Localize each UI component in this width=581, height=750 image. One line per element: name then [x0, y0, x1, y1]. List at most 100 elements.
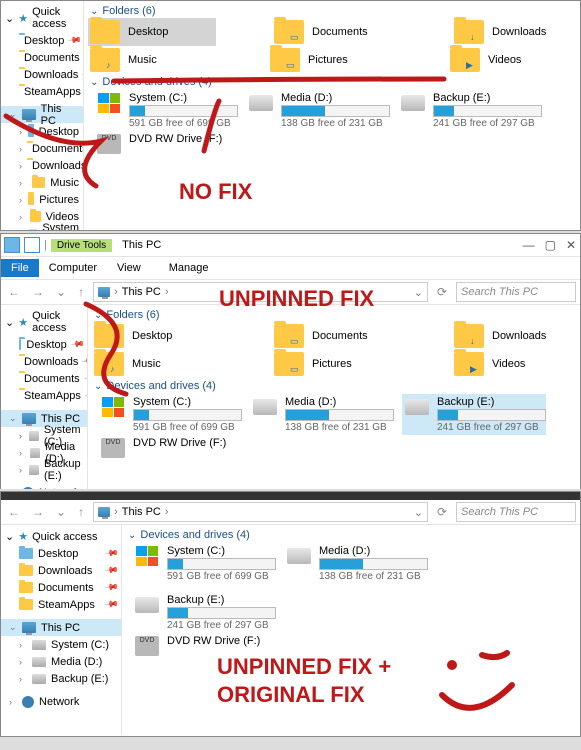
- drive-backup-e[interactable]: Backup (E:)241 GB free of 297 GB: [134, 594, 274, 631]
- nav-pc-pictures[interactable]: ›Pictures: [1, 191, 83, 208]
- search-box[interactable]: Search This PC: [456, 502, 576, 522]
- nav-downloads[interactable]: Downloads📌: [1, 562, 121, 579]
- folders-header[interactable]: ⌄Folders (6): [94, 309, 574, 321]
- up-button[interactable]: ↑: [75, 285, 87, 299]
- drive-dvd-f[interactable]: DVDDVD RW Drive (F:): [100, 437, 240, 459]
- drive-media-d[interactable]: Media (D:)138 GB free of 231 GB: [286, 545, 426, 582]
- nav-pane[interactable]: ⌄★Quick access Desktop📌 Downloads📌 Docum…: [1, 525, 122, 735]
- back-button[interactable]: ←: [5, 505, 23, 519]
- nav-this-pc[interactable]: ⌄ This PC: [1, 106, 83, 123]
- nav-documents[interactable]: Documents📌: [1, 370, 87, 387]
- folder-videos[interactable]: ▶Videos: [454, 352, 574, 376]
- chevron-down-icon: ⌄: [94, 310, 102, 321]
- nav-pane[interactable]: ⌄ ★ Quick access Desktop📌 Documents📌 Dow…: [1, 1, 84, 230]
- usage-bar: [285, 409, 394, 421]
- manage-tab[interactable]: Manage: [159, 259, 219, 277]
- nav-network[interactable]: ›Network: [1, 484, 87, 489]
- drive-media-d[interactable]: Media (D:)138 GB free of 231 GB: [252, 396, 392, 433]
- nav-downloads[interactable]: Downloads📌: [1, 66, 83, 83]
- up-button[interactable]: ↑: [75, 505, 87, 519]
- forward-button[interactable]: →: [29, 285, 47, 299]
- folder-desktop[interactable]: Desktop: [88, 18, 216, 46]
- drive-system-c[interactable]: System (C:)591 GB free of 699 GB: [100, 396, 240, 433]
- forward-button[interactable]: →: [29, 505, 47, 519]
- back-button[interactable]: ←: [5, 285, 23, 299]
- nav-network[interactable]: ›Network: [1, 693, 121, 710]
- folder-icon: ↓: [454, 20, 484, 44]
- nav-steamapps[interactable]: SteamApps📌: [1, 387, 87, 404]
- nav-pc-downloads[interactable]: ›Downloads: [1, 157, 83, 174]
- recent-button[interactable]: ⌄: [53, 285, 69, 299]
- drive-media-d[interactable]: Media (D:)138 GB free of 231 GB: [248, 92, 388, 129]
- nav-pane[interactable]: ⌄ ★ Quick access Desktop📌 Downloads📌 Doc…: [1, 305, 88, 489]
- nav-pc-system-c[interactable]: ›System (C:): [1, 225, 83, 230]
- chevron-right-icon: ›: [19, 657, 27, 667]
- quick-access[interactable]: ⌄★Quick access: [1, 528, 121, 545]
- close-button[interactable]: ✕: [566, 238, 576, 252]
- nav-documents[interactable]: Documents📌: [1, 579, 121, 596]
- view-tab[interactable]: View: [107, 259, 151, 277]
- folder-desktop[interactable]: Desktop: [94, 324, 214, 348]
- nav-steamapps[interactable]: SteamApps📌: [1, 83, 83, 100]
- quick-access[interactable]: ⌄ ★ Quick access: [1, 4, 83, 32]
- folder-documents[interactable]: ▭Documents: [274, 324, 394, 348]
- recent-button[interactable]: ⌄: [53, 505, 69, 519]
- drives-header[interactable]: ⌄Devices and drives (4): [128, 529, 574, 541]
- dropdown-icon[interactable]: ⌄: [414, 286, 423, 299]
- drive-backup-e[interactable]: Backup (E:)241 GB free of 297 GB: [402, 394, 546, 435]
- title-bar[interactable]: | Drive Tools This PC — ▢ ✕: [1, 234, 580, 257]
- annotation-no-fix: NO FIX: [179, 179, 252, 205]
- folder-documents[interactable]: ▭Documents: [274, 20, 394, 44]
- nav-pc-backup-e[interactable]: ›Backup (E:): [1, 670, 121, 687]
- folder-videos[interactable]: ▶Videos: [450, 48, 570, 72]
- nav-steamapps[interactable]: SteamApps📌: [1, 596, 121, 613]
- refresh-button[interactable]: ⟳: [434, 505, 450, 519]
- folder-downloads[interactable]: ↓Downloads: [454, 20, 574, 44]
- quick-access[interactable]: ⌄ ★ Quick access: [1, 308, 87, 336]
- computer-tab[interactable]: Computer: [39, 259, 107, 277]
- file-tab[interactable]: File: [1, 259, 39, 277]
- drive-backup-e[interactable]: Backup (E:)241 GB free of 297 GB: [400, 92, 540, 129]
- minimize-button[interactable]: —: [523, 238, 535, 252]
- drive-system-c[interactable]: System (C:)591 GB free of 699 GB: [96, 92, 236, 129]
- folder-music[interactable]: ♪Music: [90, 48, 210, 72]
- nav-pc-system-c[interactable]: ›System (C:): [1, 636, 121, 653]
- content-pane[interactable]: ⌄Devices and drives (4) System (C:)591 G…: [122, 525, 580, 735]
- quick-access-label: Quick access: [32, 6, 79, 30]
- nav-this-pc[interactable]: ⌄This PC: [1, 619, 121, 636]
- pin-icon: 📌: [70, 337, 86, 353]
- nav-desktop[interactable]: Desktop📌: [1, 336, 87, 353]
- content-pane[interactable]: ⌄Folders (6) Desktop ▭Documents ↓Downloa…: [88, 305, 580, 489]
- drive-tools-contextual-tab[interactable]: Drive Tools: [51, 239, 112, 252]
- nav-desktop[interactable]: Desktop📌: [1, 545, 121, 562]
- search-box[interactable]: Search This PC: [456, 282, 576, 302]
- pin-icon: 📌: [104, 597, 120, 613]
- refresh-button[interactable]: ⟳: [434, 285, 450, 299]
- nav-pc-documents[interactable]: ›Documents: [1, 140, 83, 157]
- star-icon: ★: [18, 316, 28, 329]
- maximize-button[interactable]: ▢: [545, 238, 556, 252]
- nav-pc-desktop[interactable]: ›Desktop: [1, 123, 83, 140]
- drive-dvd-f[interactable]: DVDDVD RW Drive (F:): [96, 133, 236, 155]
- nav-desktop[interactable]: Desktop📌: [1, 32, 83, 49]
- drive-system-c[interactable]: System (C:)591 GB free of 699 GB: [134, 545, 274, 582]
- nav-pc-music[interactable]: ›Music: [1, 174, 83, 191]
- dropdown-icon[interactable]: ⌄: [414, 506, 423, 519]
- nav-documents[interactable]: Documents📌: [1, 49, 83, 66]
- drive-dvd-f[interactable]: DVDDVD RW Drive (F:): [134, 635, 274, 657]
- nav-pc-media-d[interactable]: ›Media (D:): [1, 653, 121, 670]
- folder-pictures[interactable]: ▭Pictures: [274, 352, 394, 376]
- drives-header[interactable]: ⌄Devices and drives (4): [94, 380, 574, 392]
- nav-downloads[interactable]: Downloads📌: [1, 353, 87, 370]
- drives-header[interactable]: ⌄Devices and drives (4): [90, 76, 574, 88]
- folder-music[interactable]: ♪Music: [94, 352, 214, 376]
- folder-downloads[interactable]: ↓Downloads: [454, 324, 574, 348]
- usage-bar: [437, 409, 546, 421]
- nav-pc-backup-e[interactable]: ›Backup (E:): [1, 461, 87, 478]
- address-bar[interactable]: › This PC › ⌄: [93, 282, 428, 302]
- folders-header[interactable]: ⌄Folders (6): [90, 5, 574, 17]
- folder-pictures[interactable]: ▭Pictures: [270, 48, 390, 72]
- qat-button[interactable]: [24, 237, 40, 253]
- content-pane[interactable]: ⌄Folders (6) Desktop ▭Documents ↓Downloa…: [84, 1, 580, 230]
- address-bar[interactable]: › This PC › ⌄: [93, 502, 428, 522]
